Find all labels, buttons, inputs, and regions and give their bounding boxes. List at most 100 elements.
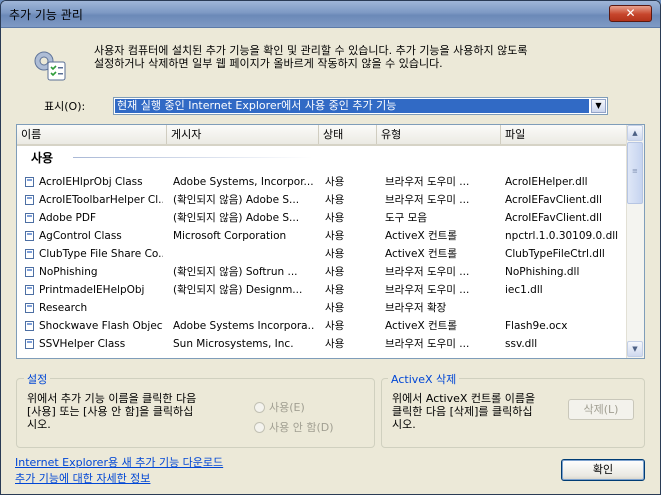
add-on-icon: [25, 285, 34, 295]
cell-file: Flash9e.ocx: [505, 320, 568, 332]
table-row[interactable]: PrintmadeIEHelpObj (확인되지 않음) Designm... 사용…: [17, 281, 628, 299]
cell-type: 브라우저 도우미 ...: [385, 266, 470, 278]
table-row[interactable]: Shockwave Flash Object Adobe Systems Inco…: [17, 317, 628, 335]
radio-icon: [254, 422, 265, 433]
column-header-status[interactable]: 상태: [319, 125, 377, 144]
add-on-icon: [25, 249, 34, 259]
table-row[interactable]: SSVHelper Class Sun Microsystems, Inc. 사용 브…: [17, 335, 628, 353]
intro-line-2: 설정하거나 삭제하면 일부 웹 페이지가 올바르게 작동하지 않을 수 있습니다…: [94, 57, 443, 70]
chevron-down-icon[interactable]: ▼: [591, 99, 606, 113]
table-row[interactable]: AcroIEHlprObj Class Adobe Systems, Incorp…: [17, 173, 628, 191]
cell-name: ClubType File Share Co...: [39, 248, 163, 260]
cell-publisher: (확인되지 않음) Adobe S...: [173, 212, 300, 224]
settings-text: 위에서 추가 기능 이름을 클릭한 다음 [사용] 또는 [사용 안 함]을 클…: [27, 392, 196, 431]
cell-type: 브라우저 도우미 ...: [385, 284, 470, 296]
add-on-icon: [25, 195, 34, 205]
cell-status: 사용: [325, 248, 345, 260]
activex-line-2: 클릭한 다음 [삭제]를 클릭하십: [392, 405, 533, 418]
cell-file: AcroIEFavClient.dll: [505, 212, 602, 224]
add-on-icon: [25, 231, 34, 241]
close-button[interactable]: ✕: [609, 5, 652, 22]
enable-radio[interactable]: 사용(E): [254, 399, 305, 415]
settings-line-2: [사용] 또는 [사용 안 함]을 클릭하십: [27, 405, 194, 418]
cell-name: AgControl Class: [39, 230, 122, 242]
cell-status: 사용: [325, 230, 345, 242]
cell-file: ssv.dll: [505, 338, 538, 350]
intro-line-1: 사용자 컴퓨터에 설치된 추가 기능을 확인 및 관리할 수 있습니다. 추가 …: [94, 44, 528, 57]
column-header-name[interactable]: 이름: [17, 125, 167, 144]
cell-publisher: Adobe Systems, Incorpor...: [173, 176, 314, 188]
cell-publisher: Adobe Systems Incorpora...: [173, 320, 315, 332]
column-header-publisher[interactable]: 게시자: [167, 125, 319, 144]
cell-type: ActiveX 컨트롤: [385, 230, 457, 242]
cell-type: 도구 모음: [385, 212, 427, 224]
cell-type: 브라우저 도우미 ...: [385, 176, 470, 188]
activex-title: ActiveX 삭제: [388, 371, 460, 387]
cell-publisher: (확인되지 않음) Adobe S...: [173, 194, 300, 206]
settings-line-3: 시오.: [27, 418, 51, 431]
settings-title: 설정: [24, 371, 51, 387]
radio-icon: [254, 402, 265, 413]
cell-status: 사용: [325, 266, 345, 278]
add-ons-dialog: 추가 기능 관리 ✕ 사용자 컴퓨터에 설치된 추가 기능을 확인 및 관리할 …: [0, 0, 661, 495]
vertical-scrollbar[interactable]: ▲ ≡ ▼: [626, 125, 644, 358]
list-header: 이름 게시자 상태 유형 파일: [17, 125, 628, 146]
group-label-enabled: 사용: [31, 151, 54, 165]
window-title: 추가 기능 관리: [9, 8, 83, 22]
disable-radio[interactable]: 사용 안 함(D): [254, 419, 334, 435]
table-row[interactable]: Research 사용 브라우저 확장: [17, 299, 628, 317]
cell-file: ClubTypeFileCtrl.dll: [505, 248, 605, 260]
cell-status: 사용: [325, 338, 345, 350]
add-on-icon: [25, 321, 34, 331]
table-row[interactable]: AgControl Class Microsoft Corporation 사용 Ac…: [17, 227, 628, 245]
cell-type: ActiveX 컨트롤: [385, 320, 457, 332]
column-header-type[interactable]: 유형: [377, 125, 501, 144]
cell-publisher: (확인되지 않음) Softrun ...: [173, 266, 298, 278]
cell-status: 사용: [325, 194, 345, 206]
cell-name: Shockwave Flash Object: [39, 320, 163, 332]
table-row[interactable]: ClubType File Share Co... 사용 ActiveX 컨트롤 Cl…: [17, 245, 628, 263]
activex-line-1: 위에서 ActiveX 컨트롤 이름을: [392, 392, 536, 405]
table-row[interactable]: Adobe PDF (확인되지 않음) Adobe S... 사용 도구 모음 Acro…: [17, 209, 628, 227]
settings-group: 설정 위에서 추가 기능 이름을 클릭한 다음 [사용] 또는 [사용 안 함]…: [16, 371, 375, 448]
download-addons-link[interactable]: Internet Explorer용 새 추가 기능 다운로드: [15, 454, 223, 470]
settings-line-1: 위에서 추가 기능 이름을 클릭한 다음: [27, 392, 197, 405]
activex-text: 위에서 ActiveX 컨트롤 이름을 클릭한 다음 [삭제]를 클릭하십 시오…: [392, 392, 535, 431]
cell-status: 사용: [325, 176, 345, 188]
delete-button[interactable]: 삭제(L): [568, 399, 634, 420]
cell-name: SSVHelper Class: [39, 338, 126, 350]
column-header-file[interactable]: 파일: [501, 125, 628, 144]
cell-publisher: Sun Microsystems, Inc.: [173, 338, 294, 350]
cell-type: 브라우저 도우미 ...: [385, 194, 470, 206]
more-info-link[interactable]: 추가 기능에 대한 자세한 정보: [15, 470, 150, 486]
add-on-icon: [25, 339, 34, 349]
show-dropdown-value: 현재 실행 중인 Internet Explorer에서 사용 중인 추가 기능: [115, 99, 589, 113]
dialog-body: 사용자 컴퓨터에 설치된 추가 기능을 확인 및 관리할 수 있습니다. 추가 …: [6, 28, 655, 490]
enable-label: 사용(E): [269, 401, 305, 414]
scroll-thumb[interactable]: ≡: [627, 142, 643, 204]
title-bar[interactable]: 추가 기능 관리 ✕: [1, 1, 660, 28]
activex-group: ActiveX 삭제 위에서 ActiveX 컨트롤 이름을 클릭한 다음 [삭…: [381, 371, 645, 448]
scroll-up-icon[interactable]: ▲: [627, 125, 643, 141]
cell-file: AcroIEFavClient.dll: [505, 194, 602, 206]
cell-status: 사용: [325, 212, 345, 224]
ok-button[interactable]: 확인: [561, 459, 645, 481]
cell-publisher: Microsoft Corporation: [173, 230, 287, 242]
show-label: 표시(O):: [44, 100, 86, 113]
cell-name: PrintmadeIEHelpObj: [39, 284, 145, 296]
cell-type: 브라우저 확장: [385, 302, 447, 314]
cell-name: AcroIEHlprObj Class: [39, 176, 143, 188]
cell-status: 사용: [325, 284, 345, 296]
table-row[interactable]: AcroIEToolbarHelper Cl... (확인되지 않음) Adobe…: [17, 191, 628, 209]
intro-text: 사용자 컴퓨터에 설치된 추가 기능을 확인 및 관리할 수 있습니다. 추가 …: [94, 44, 624, 70]
group-divider: [73, 157, 313, 158]
show-dropdown[interactable]: 현재 실행 중인 Internet Explorer에서 사용 중인 추가 기능…: [113, 97, 608, 115]
scroll-down-icon[interactable]: ▼: [627, 341, 643, 357]
table-row[interactable]: NoPhishing (확인되지 않음) Softrun ... 사용 브라우저 도우…: [17, 263, 628, 281]
add-on-icon: [25, 267, 34, 277]
add-ons-list[interactable]: 이름 게시자 상태 유형 파일 사용 AcroIEHlprObj Class Ad…: [16, 124, 645, 359]
cell-status: 사용: [325, 320, 345, 332]
disable-label: 사용 안 함(D): [269, 421, 334, 434]
gear-checklist-icon: [34, 51, 66, 81]
cell-type: ActiveX 컨트롤: [385, 248, 457, 260]
